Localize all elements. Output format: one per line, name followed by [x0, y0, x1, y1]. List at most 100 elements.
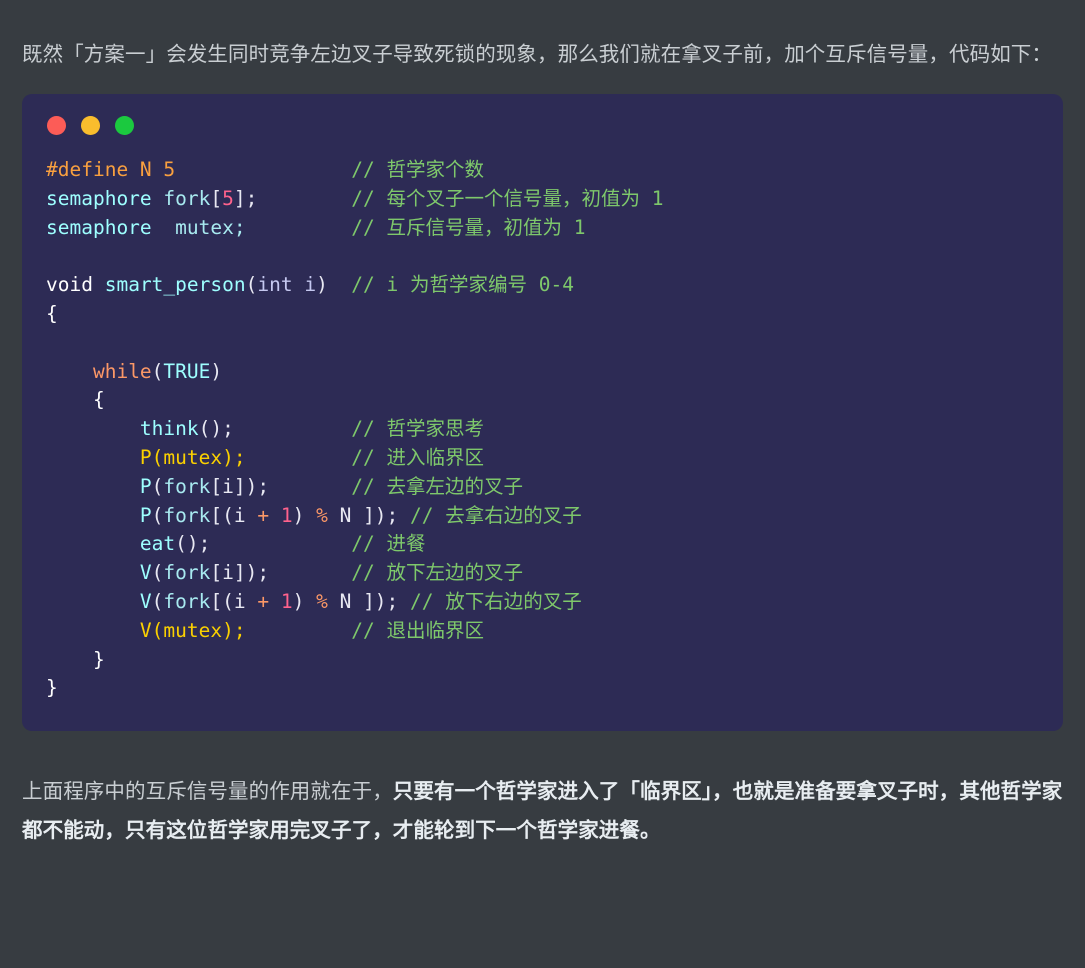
code-token: eat — [139, 532, 176, 556]
code-token: V — [139, 561, 152, 585]
code-window-titlebar — [22, 94, 1063, 156]
code-gap — [269, 475, 351, 498]
code-gap — [234, 417, 351, 440]
code-comment: // 哲学家思考 — [351, 417, 484, 441]
code-token: smart_person — [104, 273, 246, 297]
code-gap — [246, 216, 352, 239]
code-line: while(TRUE) — [46, 358, 1037, 387]
code-token: ) — [292, 503, 317, 527]
code-token: fork — [163, 503, 211, 527]
code-token: ]; — [233, 186, 258, 210]
code-token: N ]); — [327, 503, 399, 527]
code-line: P(mutex); // 进入临界区 — [46, 444, 1037, 473]
code-token: ) — [292, 589, 317, 613]
code-line: V(fork[(i + 1) % N ]); // 放下右边的叉子 — [46, 588, 1037, 617]
code-line: { — [46, 386, 1037, 415]
code-token: [i]); — [210, 474, 270, 498]
code-gap — [175, 158, 351, 181]
code-line: V(fork[i]); // 放下左边的叉子 — [46, 559, 1037, 588]
code-token: P — [139, 503, 152, 527]
code-comment: // 去拿左边的叉子 — [351, 474, 524, 498]
code-line: P(fork[i]); // 去拿左边的叉子 — [46, 473, 1037, 502]
code-comment: // 去拿右边的叉子 — [410, 503, 582, 527]
code-token: + — [257, 589, 270, 613]
code-token: fork — [163, 561, 211, 585]
code-token: [(i — [210, 503, 258, 527]
code-token: void — [46, 273, 93, 297]
code-line: V(mutex); // 退出临界区 — [46, 617, 1037, 646]
outro-lead: 上面程序中的互斥信号量的作用就在于， — [22, 779, 393, 803]
code-token: think — [139, 417, 199, 441]
code-line: P(fork[(i + 1) % N ]); // 去拿右边的叉子 — [46, 502, 1037, 531]
code-line: semaphore mutex; // 互斥信号量，初值为 1 — [46, 214, 1037, 243]
code-line: semaphore fork[5]; // 每个叉子一个信号量，初值为 1 — [46, 185, 1037, 214]
code-token: V — [139, 589, 152, 613]
code-line: } — [46, 646, 1037, 675]
code-comment: // 放下右边的叉子 — [410, 589, 582, 613]
article-page: 既然「方案一」会发生同时竞争左边叉子导致死锁的现象，那么我们就在拿叉子前，加个互… — [0, 20, 1085, 968]
code-line: eat(); // 进餐 — [46, 530, 1037, 559]
code-token: fork — [163, 589, 211, 613]
code-token: V(mutex); — [139, 618, 246, 642]
maximize-dot-icon[interactable] — [115, 115, 134, 135]
code-token: fork — [163, 474, 211, 498]
code-token: ( — [151, 589, 164, 613]
code-line: #define N 5 // 哲学家个数 — [46, 156, 1037, 185]
code-gap — [269, 561, 351, 584]
code-block-card: #define N 5 // 哲学家个数 semaphore fork[5]; /… — [22, 94, 1063, 732]
code-line: think(); // 哲学家思考 — [46, 415, 1037, 444]
code-token: semaphore — [46, 186, 152, 210]
code-gap — [398, 590, 410, 613]
code-token: while — [92, 359, 152, 383]
code-token: ( — [245, 273, 258, 297]
code-token: + — [257, 503, 270, 527]
code-token: { — [46, 301, 58, 325]
code-comment: // i 为哲学家编号 0-4 — [351, 273, 574, 297]
code-gap — [246, 619, 352, 642]
code-content[interactable]: #define N 5 // 哲学家个数 semaphore fork[5]; /… — [22, 156, 1063, 703]
code-line: void smart_person(int i) // i 为哲学家编号 0-4 — [46, 271, 1037, 300]
code-token: ( — [151, 359, 164, 383]
code-token: % — [316, 589, 328, 613]
code-token: ( — [151, 474, 164, 498]
code-token: ( — [151, 503, 164, 527]
code-comment: // 哲学家个数 — [351, 158, 484, 181]
code-token: (); — [175, 532, 211, 556]
code-comment: // 进餐 — [351, 532, 426, 556]
intro-paragraph: 既然「方案一」会发生同时竞争左边叉子导致死锁的现象，那么我们就在拿叉子前，加个互… — [22, 42, 1052, 66]
code-line: } — [46, 674, 1037, 703]
code-token: [i]); — [210, 561, 270, 585]
code-comment: // 进入临界区 — [351, 445, 484, 469]
close-dot-icon[interactable] — [47, 115, 66, 135]
code-token: 1 — [280, 503, 293, 527]
code-comment: // 互斥信号量，初值为 1 — [351, 215, 586, 239]
code-token: mutex; — [151, 215, 246, 239]
code-token: [ — [210, 186, 223, 210]
code-token: (); — [198, 417, 234, 441]
code-token: 1 — [280, 589, 293, 613]
code-token: ) — [210, 359, 223, 383]
code-token: int i — [257, 273, 317, 297]
code-token: } — [46, 647, 105, 671]
code-line: { — [46, 300, 1037, 329]
code-comment: // 放下左边的叉子 — [351, 561, 524, 585]
minimize-dot-icon[interactable] — [81, 115, 100, 135]
code-comment: // 退出临界区 — [351, 618, 484, 642]
code-gap — [210, 532, 351, 555]
code-token: semaphore — [46, 215, 152, 239]
code-token: P(mutex); — [139, 445, 246, 469]
code-token: } — [46, 676, 58, 700]
code-token: % — [316, 503, 328, 527]
